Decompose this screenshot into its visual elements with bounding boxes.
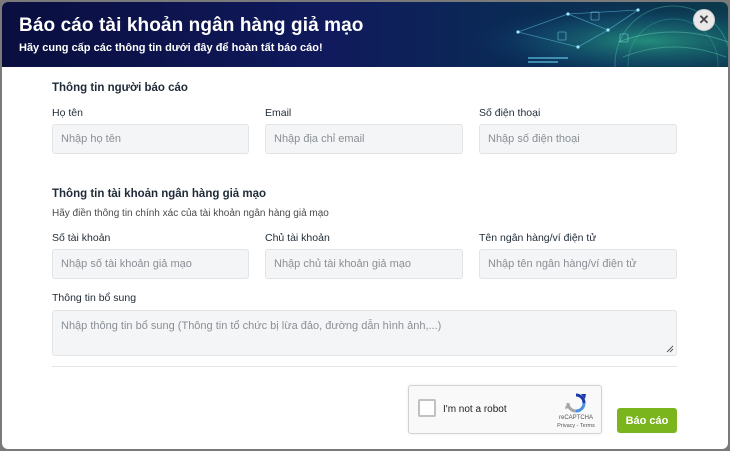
email-input[interactable]: Nhập địa chỉ email (265, 124, 463, 154)
phone-input[interactable]: Nhập số điện thoại (479, 124, 677, 154)
recaptcha-brand: reCAPTCHA (558, 415, 593, 421)
reporter-section-title: Thông tin người báo cáo (52, 82, 188, 94)
form-divider (52, 366, 677, 367)
account-owner-label: Chủ tài khoản (265, 232, 330, 244)
report-modal: Báo cáo tài khoản ngân hàng giả mạo Hãy … (2, 2, 728, 449)
account-hint: Hãy điền thông tin chính xác của tài kho… (52, 208, 329, 219)
extra-info-placeholder: Nhập thông tin bổ sung (Thông tin tổ chứ… (61, 320, 442, 332)
submit-report-button[interactable]: Báo cáo (617, 408, 677, 433)
resize-handle-icon[interactable] (666, 345, 674, 353)
account-owner-input[interactable]: Nhập chủ tài khoản giả mạo (265, 249, 463, 279)
name-label: Họ tên (52, 107, 83, 119)
account-number-input[interactable]: Nhập số tài khoản giả mạo (52, 249, 249, 279)
extra-info-textarea[interactable]: Nhập thông tin bổ sung (Thông tin tổ chứ… (52, 310, 677, 356)
account-section-title: Thông tin tài khoản ngân hàng giả mạo (52, 188, 267, 200)
email-label: Email (265, 107, 292, 119)
close-icon: ✕ (698, 12, 710, 27)
extra-info-label: Thông tin bổ sung (52, 292, 137, 304)
modal-header: Báo cáo tài khoản ngân hàng giả mạo Hãy … (2, 2, 728, 67)
recaptcha-terms-link[interactable]: Privacy - Terms (547, 423, 605, 429)
account-number-placeholder: Nhập số tài khoản giả mạo (61, 258, 192, 270)
bank-name-label: Tên ngân hàng/ví điện tử (479, 232, 597, 244)
name-input[interactable]: Nhập họ tên (52, 124, 249, 154)
bank-name-input[interactable]: Nhập tên ngân hàng/ví điện tử (479, 249, 677, 279)
network-globe-decoration (408, 2, 728, 67)
modal-subtitle: Hãy cung cấp các thông tin dưới đây để h… (19, 42, 323, 54)
recaptcha-logo-icon (565, 393, 586, 413)
recaptcha-label: I'm not a robot (443, 404, 507, 415)
close-button[interactable]: ✕ (693, 9, 715, 31)
modal-title: Báo cáo tài khoản ngân hàng giả mạo (19, 15, 364, 36)
recaptcha-widget: I'm not a robot reCAPTCHA Privacy - Term… (408, 385, 602, 434)
email-placeholder: Nhập địa chỉ email (274, 133, 365, 145)
name-placeholder: Nhập họ tên (61, 133, 121, 145)
account-number-label: Số tài khoản (52, 232, 111, 244)
phone-label: Số điện thoại (479, 107, 541, 119)
recaptcha-checkbox[interactable] (418, 399, 436, 417)
bank-name-placeholder: Nhập tên ngân hàng/ví điện tử (488, 258, 637, 270)
phone-placeholder: Nhập số điện thoại (488, 133, 580, 145)
account-owner-placeholder: Nhập chủ tài khoản giả mạo (274, 258, 411, 270)
